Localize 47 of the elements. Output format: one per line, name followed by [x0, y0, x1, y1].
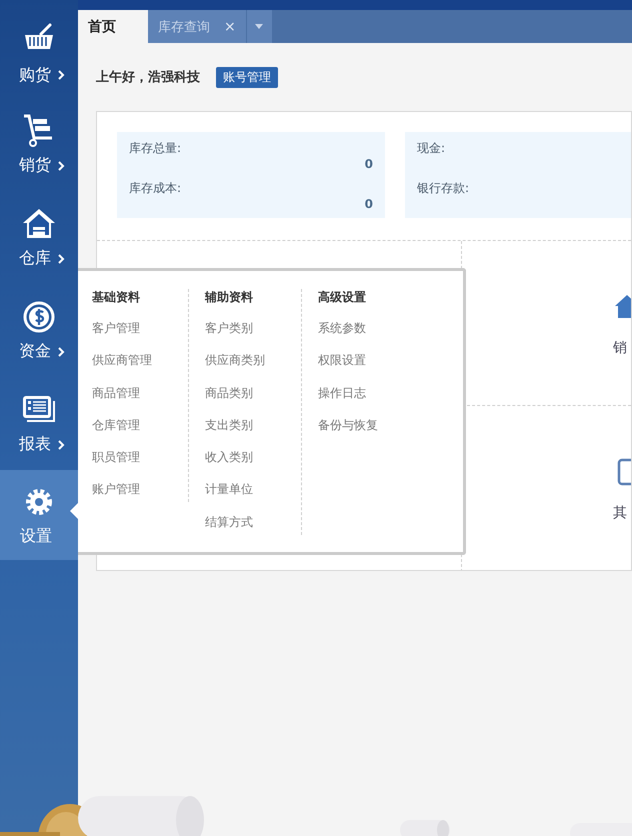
sidebar-item[interactable]: 报表 — [0, 377, 78, 470]
menu-item[interactable]: 商品管理 — [92, 384, 188, 417]
chevron-icon — [57, 252, 65, 264]
sidebar-item[interactable]: 仓库 — [0, 191, 78, 284]
close-button[interactable]: × — [224, 18, 236, 34]
chevron-icon — [57, 346, 65, 358]
menu-item[interactable]: 供应商类别 — [205, 352, 301, 385]
menu-item[interactable]: 操作日志 — [318, 384, 414, 417]
menu-item[interactable]: 客户管理 — [92, 320, 188, 352]
sidebar-item[interactable]: 销货 — [0, 98, 78, 191]
stat-label: 库存成本: — [129, 180, 182, 197]
menu-item[interactable]: 计量单位 — [205, 481, 301, 514]
sidebar-item[interactable]: 购货 — [0, 0, 78, 98]
stat-label: 库存总量: — [129, 140, 182, 157]
sidebar-item[interactable]: 资金 — [0, 284, 78, 377]
chevron-icon — [57, 438, 65, 450]
stat-value: 0 — [364, 197, 373, 211]
menu-item[interactable]: 账户管理 — [92, 481, 188, 514]
sidebar-item[interactable]: 设置 — [0, 470, 78, 560]
stat-value: 0 — [364, 157, 373, 171]
stat-label: 现金: — [417, 140, 446, 157]
dollar-icon — [21, 299, 57, 335]
shortcut-label[interactable]: 销 — [613, 339, 627, 357]
tab-dropdown-button[interactable] — [246, 10, 272, 43]
menu-item[interactable]: 职员管理 — [92, 449, 188, 482]
chevron-icon — [57, 69, 65, 81]
menu-item[interactable]: 结算方式 — [205, 514, 301, 546]
account-button[interactable]: 账号管理 — [216, 66, 278, 88]
menu-item[interactable]: 权限设置 — [318, 352, 414, 385]
menu-item[interactable]: 供应商管理 — [92, 352, 188, 385]
menu-item[interactable]: 备份与恢复 — [318, 416, 414, 450]
stat-label: 银行存款: — [417, 180, 470, 197]
menu-item[interactable]: 收入类别 — [205, 449, 301, 482]
menu-heading: 辅助资料 — [205, 289, 254, 306]
menu-heading: 高级设置 — [318, 289, 367, 306]
menu-heading: 基础资料 — [92, 289, 141, 306]
chevron-icon — [57, 160, 65, 172]
tab[interactable]: 首页 — [78, 10, 148, 43]
shortcut-label[interactable]: 其 — [613, 504, 627, 522]
menu-item[interactable]: 仓库管理 — [92, 416, 188, 450]
menu-item[interactable]: 支出类别 — [205, 416, 301, 450]
menu-item[interactable]: 系统参数 — [318, 320, 414, 352]
menu-item[interactable]: 客户类别 — [205, 320, 301, 352]
menu-item[interactable]: 商品类别 — [205, 384, 301, 417]
greeting-text: 上午好，浩强科技 — [96, 69, 200, 86]
caret-icon — [255, 24, 264, 29]
tab[interactable]: 库存查询 × — [148, 10, 246, 43]
